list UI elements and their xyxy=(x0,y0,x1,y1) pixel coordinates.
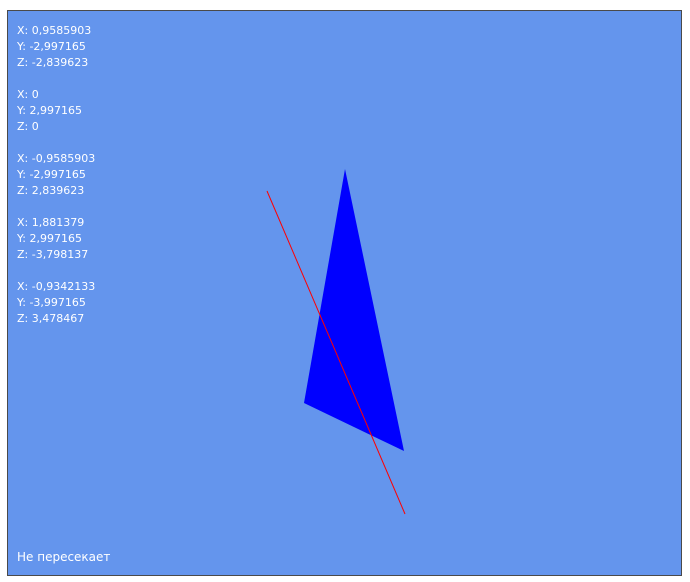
coord-x: X: 1,881379 xyxy=(17,216,85,229)
coord-x: X: 0 xyxy=(17,88,39,101)
coord-z: Z: -2,839623 xyxy=(17,56,89,69)
coord-y: Y: 2,997165 xyxy=(17,104,82,117)
line-point-coords-1: X: 1,881379 Y: 2,997165 Z: -3,798137 xyxy=(17,215,95,263)
coord-y: Y: -3,997165 xyxy=(17,296,86,309)
line-point-coords-2: X: -0,9342133 Y: -3,997165 Z: 3,478467 xyxy=(17,279,95,327)
coord-z: Z: 0 xyxy=(17,120,39,133)
render-viewport[interactable]: X: 0,9585903 Y: -2,997165 Z: -2,839623 X… xyxy=(7,10,682,576)
scene-canvas xyxy=(266,169,406,515)
coord-y: Y: -2,997165 xyxy=(17,168,86,181)
vertex-coords-1: X: 0,9585903 Y: -2,997165 Z: -2,839623 xyxy=(17,23,95,71)
coord-z: Z: -3,798137 xyxy=(17,248,89,261)
coord-z: Z: 3,478467 xyxy=(17,312,85,325)
coord-x: X: 0,9585903 xyxy=(17,24,92,37)
vertex-coords-2: X: 0 Y: 2,997165 Z: 0 xyxy=(17,87,95,135)
coord-x: X: -0,9342133 xyxy=(17,280,96,293)
vertex-coords-3: X: -0,9585903 Y: -2,997165 Z: 2,839623 xyxy=(17,151,95,199)
intersection-status: Не пересекает xyxy=(17,550,111,564)
triangle-shape xyxy=(304,169,404,451)
coordinates-panel: X: 0,9585903 Y: -2,997165 Z: -2,839623 X… xyxy=(17,23,95,343)
coord-y: Y: -2,997165 xyxy=(17,40,86,53)
coord-y: Y: 2,997165 xyxy=(17,232,82,245)
coord-x: X: -0,9585903 xyxy=(17,152,96,165)
coord-z: Z: 2,839623 xyxy=(17,184,85,197)
